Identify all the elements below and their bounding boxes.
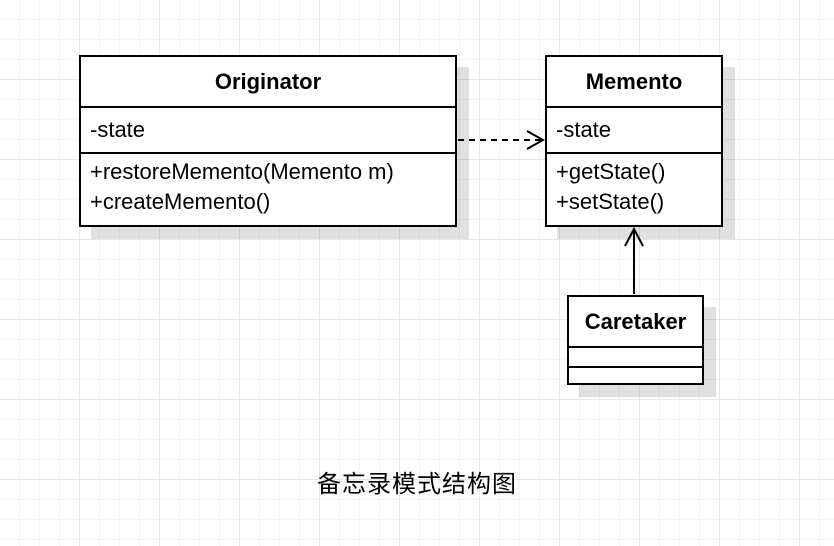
diagram-caption: 备忘录模式结构图	[317, 470, 517, 498]
dependency-arrow-originator-to-memento[interactable]	[458, 130, 546, 150]
association-arrow-caretaker-to-memento[interactable]	[624, 226, 644, 294]
